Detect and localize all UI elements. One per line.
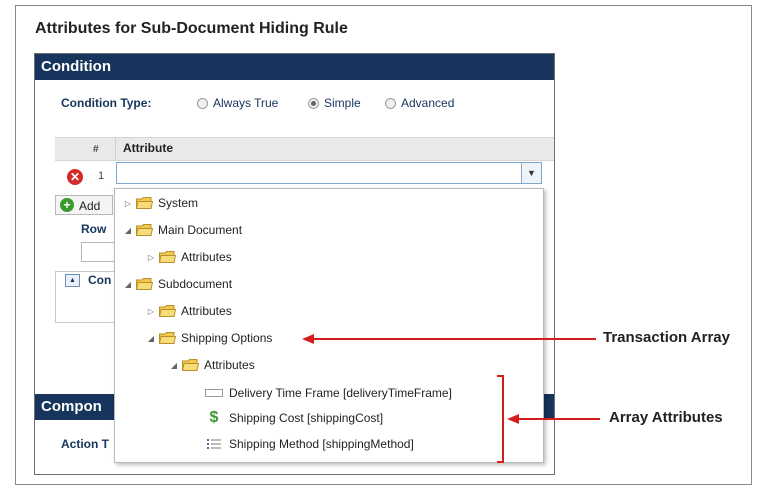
transaction-array-arrowhead	[302, 334, 314, 344]
array-attributes-arrowhead	[507, 414, 519, 424]
annotation-transaction-array: Transaction Array	[603, 329, 730, 346]
annotation-array-attributes: Array Attributes	[609, 409, 723, 426]
